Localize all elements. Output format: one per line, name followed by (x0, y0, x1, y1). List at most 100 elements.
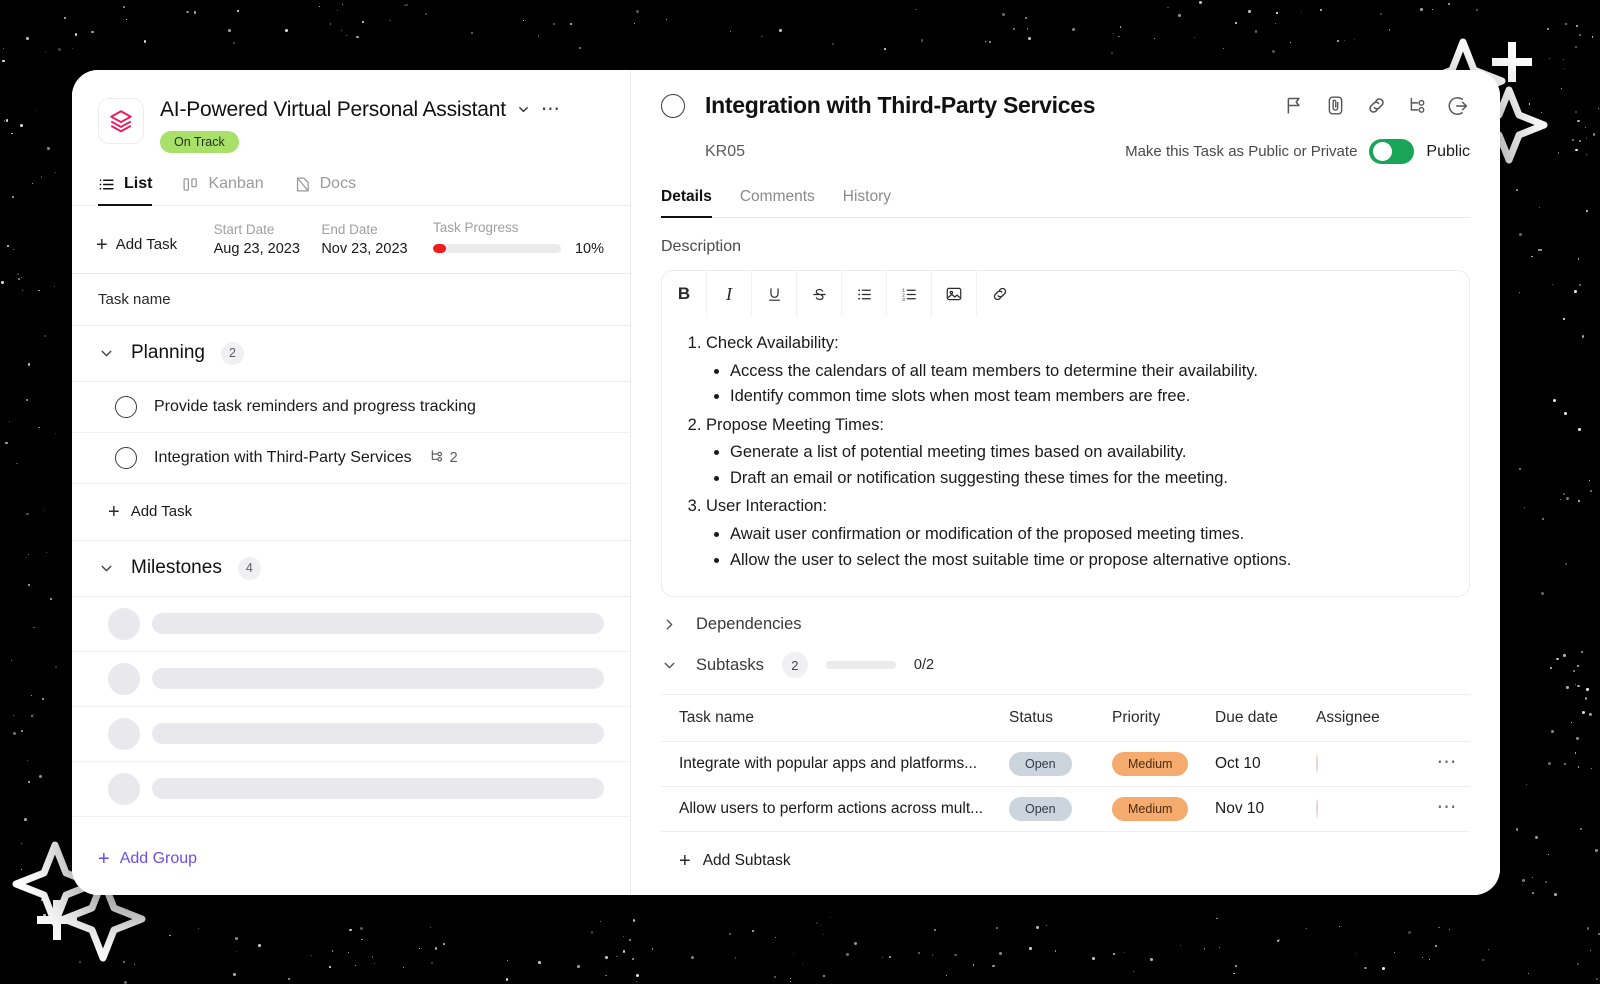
list-item[interactable]: Integration with Third-Party Services 2 (72, 433, 630, 484)
tab-list[interactable]: List (98, 175, 152, 206)
add-subtask-button[interactable]: + Add Subtask (661, 832, 1470, 871)
editor-toolbar: B I 123 (662, 271, 1469, 317)
view-tabs: List Kanban Docs (72, 153, 630, 206)
table-row[interactable]: Allow users to perform actions across mu… (661, 787, 1470, 832)
privacy-control: Make this Task as Public or Private Publ… (1125, 139, 1470, 164)
subtasks-table: Task name Status Priority Due date Assig… (661, 694, 1470, 871)
subtask-tree-icon[interactable] (1407, 95, 1428, 116)
skeleton-avatar (108, 608, 140, 640)
description-content[interactable]: Check Availability:Access the calendars … (662, 317, 1469, 596)
task-code: KR05 (661, 143, 745, 161)
skeleton-bar (152, 613, 604, 634)
column-assignee: Assignee (1316, 709, 1411, 727)
add-task-button-planning[interactable]: + Add Task (72, 484, 630, 541)
open-in-new-icon[interactable] (1448, 95, 1470, 117)
end-date-field: End Date Nov 23, 2023 (321, 222, 429, 257)
plus-icon: + (98, 849, 110, 869)
task-detail-body: Description B I 123 (631, 218, 1500, 895)
task-name: Integration with Third-Party Services (154, 449, 412, 467)
group-header-planning[interactable]: Planning 2 (72, 326, 630, 382)
attachment-icon[interactable] (1325, 95, 1346, 116)
add-group-label: Add Group (120, 850, 197, 868)
task-name: Provide task reminders and progress trac… (154, 398, 476, 416)
priority-badge[interactable]: Medium (1112, 752, 1188, 776)
subtasks-section-toggle[interactable]: Subtasks 2 0/2 (661, 634, 1470, 678)
bold-icon[interactable]: B (662, 271, 707, 317)
description-bullet: Draft an email or notification suggestin… (730, 466, 1447, 492)
tab-list-label: List (124, 175, 152, 193)
list-item[interactable]: Provide task reminders and progress trac… (72, 382, 630, 433)
description-bullet: Identify common time slots when most tea… (730, 384, 1447, 410)
link-icon[interactable] (1366, 95, 1387, 116)
privacy-toggle[interactable] (1369, 139, 1414, 164)
chevron-right-icon (661, 616, 678, 633)
skeleton-row (72, 597, 630, 652)
dependencies-section-toggle[interactable]: Dependencies (661, 597, 1470, 634)
column-task-name: Task name (661, 709, 1009, 727)
subtask-due-date: Nov 10 (1215, 800, 1316, 818)
description-item: User Interaction:Await user confirmation… (706, 494, 1447, 573)
ellipsis-horizontal-icon[interactable]: ⋯ (541, 104, 561, 115)
privacy-label: Make this Task as Public or Private (1125, 143, 1357, 160)
subtasks-table-header: Task name Status Priority Due date Assig… (661, 694, 1470, 742)
status-badge: On Track (160, 131, 239, 153)
end-date-label: End Date (321, 222, 429, 237)
bullet-list-icon[interactable] (842, 271, 887, 317)
description-bullet: Await user confirmation or modification … (730, 522, 1447, 548)
skeleton-avatar (108, 663, 140, 695)
task-status-circle[interactable] (115, 447, 137, 469)
tab-history[interactable]: History (843, 188, 891, 218)
task-progress-label: Task Progress (433, 220, 604, 235)
skeleton-avatar (108, 718, 140, 750)
end-date-value: Nov 23, 2023 (321, 241, 429, 257)
skeleton-row (72, 652, 630, 707)
task-actions-toolbar (1284, 95, 1470, 117)
table-row[interactable]: Integrate with popular apps and platform… (661, 742, 1470, 787)
group-header-milestones[interactable]: Milestones 4 (72, 541, 630, 597)
avatar[interactable] (1316, 754, 1318, 773)
italic-icon[interactable]: I (707, 271, 752, 317)
chevron-down-icon[interactable] (516, 102, 531, 119)
status-badge[interactable]: Open (1009, 752, 1072, 776)
strikethrough-icon[interactable] (797, 271, 842, 317)
numbered-list-icon[interactable]: 123 (887, 271, 932, 317)
link-icon[interactable] (977, 271, 1022, 317)
row-actions-icon[interactable]: ⋯ (1437, 751, 1459, 773)
tab-comments[interactable]: Comments (740, 188, 815, 218)
add-group-button[interactable]: + Add Group (72, 827, 630, 895)
task-title: Integration with Third-Party Services (705, 92, 1095, 119)
subtask-count: 2 (450, 450, 458, 466)
kanban-icon (182, 176, 199, 193)
description-label: Description (661, 238, 1470, 256)
add-task-button-top[interactable]: + Add Task (96, 235, 214, 257)
subtask-due-date: Oct 10 (1215, 755, 1316, 773)
task-detail-panel: Integration with Third-Party Services (631, 70, 1500, 895)
column-status: Status (1009, 709, 1112, 727)
subtasks-progress-bar (826, 661, 896, 669)
dependencies-label: Dependencies (696, 615, 802, 634)
page-title: AI-Powered Virtual Personal Assistant (160, 98, 506, 122)
start-date-value: Aug 23, 2023 (214, 241, 322, 257)
project-meta-row: + Add Task Start Date Aug 23, 2023 End D… (72, 206, 630, 274)
status-badge[interactable]: Open (1009, 797, 1072, 821)
underline-icon[interactable] (752, 271, 797, 317)
subtask-count-chip: 2 (429, 448, 458, 468)
plus-icon: + (96, 235, 108, 255)
chevron-down-icon (98, 560, 115, 577)
avatar[interactable] (1316, 799, 1318, 818)
flag-icon[interactable] (1284, 95, 1305, 116)
priority-badge[interactable]: Medium (1112, 797, 1188, 821)
tab-docs[interactable]: Docs (294, 175, 356, 206)
detail-tabs: Details Comments History (661, 188, 1470, 218)
subtask-name: Allow users to perform actions across mu… (661, 800, 1009, 818)
tab-details[interactable]: Details (661, 188, 712, 218)
tab-docs-label: Docs (320, 175, 356, 193)
list-icon (98, 176, 115, 193)
document-icon (294, 176, 311, 193)
skeleton-avatar (108, 773, 140, 805)
tab-kanban[interactable]: Kanban (182, 175, 263, 206)
task-status-circle[interactable] (115, 396, 137, 418)
image-icon[interactable] (932, 271, 977, 317)
row-actions-icon[interactable]: ⋯ (1437, 796, 1459, 818)
task-status-circle[interactable] (661, 94, 685, 118)
